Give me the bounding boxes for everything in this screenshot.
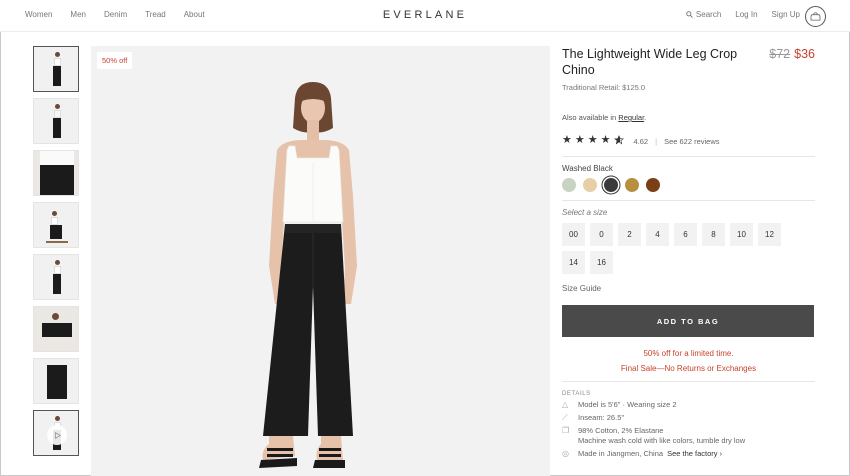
- also-available-text: Also available in: [562, 113, 617, 122]
- thumbnail-stool: [46, 241, 68, 243]
- thumbnail-7[interactable]: [33, 358, 79, 404]
- top-header: Women Men Denim Tread About EVERLANE Sea…: [0, 0, 850, 32]
- signup-link[interactable]: Sign Up: [772, 10, 800, 19]
- divider: [562, 156, 815, 157]
- thumbnail-head: [52, 313, 59, 320]
- original-price: $72: [769, 47, 791, 61]
- product-title: The Lightweight Wide Leg Crop Chino: [562, 47, 738, 77]
- detail-inseam-text: Inseam: 26.5": [578, 413, 625, 422]
- rating-row: ★ ★ ★ ★ 4.62 | See 622 reviews: [562, 135, 815, 147]
- size-option[interactable]: 16: [590, 251, 613, 274]
- detail-inseam: ⟋ Inseam: 26.5": [562, 413, 815, 423]
- traditional-retail: Traditional Retail: $125.0: [562, 83, 646, 92]
- reviews-link[interactable]: See 622 reviews: [664, 137, 719, 146]
- star-icon: ★: [562, 134, 572, 146]
- thumbnail-closeup-top: [40, 151, 74, 165]
- model-photo: [259, 82, 357, 468]
- size-option[interactable]: 12: [758, 223, 781, 246]
- detail-material-line2: Machine wash cold with like colors, tumb…: [578, 436, 746, 445]
- detail-model-text: Model is 5'6" · Wearing size 2: [578, 400, 677, 409]
- account-nav: Search Log In Sign Up: [686, 10, 800, 19]
- divider: [562, 381, 815, 382]
- size-guide-link[interactable]: Size Guide: [562, 284, 815, 293]
- star-icon: ★: [574, 134, 585, 146]
- cart-button[interactable]: [805, 6, 826, 27]
- size-option[interactable]: 10: [730, 223, 753, 246]
- thumbnail-2[interactable]: [33, 98, 79, 144]
- color-name: Washed Black: [562, 164, 613, 173]
- detail-factory: ◎ Made in Jiangmen, China See the factor…: [562, 449, 815, 459]
- size-prompt: Select a size: [562, 208, 608, 217]
- details-heading: DETAILS: [562, 391, 591, 397]
- main-product-image[interactable]: 50% off: [91, 46, 550, 476]
- login-link[interactable]: Log In: [735, 10, 757, 19]
- thumbnail-5[interactable]: [33, 254, 79, 300]
- size-option[interactable]: 00: [562, 223, 585, 246]
- hanger-icon: △: [562, 400, 569, 409]
- thumbnail-closeup: [40, 165, 74, 195]
- add-to-bag-button[interactable]: ADD TO BAG: [562, 305, 814, 337]
- detail-material-line1: 98% Cotton, 2% Elastane: [578, 426, 664, 435]
- detail-model: △ Model is 5'6" · Wearing size 2: [562, 400, 815, 410]
- half-star-icon: [613, 135, 624, 147]
- divider: [562, 200, 815, 201]
- swatch-washed-black[interactable]: [604, 178, 618, 192]
- regular-fit-link[interactable]: Regular: [618, 113, 644, 122]
- price-block: $72 $36: [769, 47, 815, 61]
- also-available-period: .: [644, 113, 647, 122]
- thumbnail-figure: [53, 52, 61, 88]
- location-pin-icon: ◎: [562, 449, 569, 458]
- thumbnail-figure: [53, 104, 61, 140]
- also-available: Also available in Regular.: [562, 113, 815, 122]
- star-rating: ★ ★ ★ ★: [562, 135, 624, 147]
- thumbnail-4[interactable]: [33, 202, 79, 248]
- detail-material: ❐ 98% Cotton, 2% Elastane Machine wash c…: [562, 426, 815, 446]
- thumbnail-list: [33, 46, 80, 462]
- sale-price: $36: [794, 47, 815, 61]
- detail-material-text: 98% Cotton, 2% Elastane Machine wash col…: [578, 426, 745, 446]
- search-label: Search: [695, 10, 722, 19]
- thumbnail-3[interactable]: [33, 150, 79, 196]
- thumbnail-1[interactable]: [33, 46, 79, 92]
- promo-limited-time: 50% off for a limited time.: [643, 349, 734, 358]
- rating-value: 4.62: [633, 136, 649, 146]
- fabric-icon: ❐: [562, 426, 570, 435]
- thumbnail-flatlay: [47, 365, 67, 399]
- size-options: 00 0 2 4 6 8 10 12 14 16: [562, 223, 792, 274]
- thumbnail-video[interactable]: [33, 410, 79, 456]
- see-factory-link[interactable]: See the factory ›: [667, 449, 722, 459]
- thumbnail-seated: [42, 323, 72, 337]
- size-option[interactable]: 2: [618, 223, 641, 246]
- bag-icon: [810, 12, 821, 21]
- detail-made-in: Made in Jiangmen, China: [578, 449, 664, 458]
- size-option[interactable]: 8: [702, 223, 725, 246]
- promo-final-sale: Final Sale—No Returns or Exchanges: [620, 364, 757, 373]
- thumbnail-figure: [53, 260, 61, 296]
- size-option[interactable]: 4: [646, 223, 669, 246]
- search-icon: [686, 11, 693, 18]
- star-icon: ★: [587, 134, 598, 146]
- ruler-icon: ⟋: [562, 413, 568, 422]
- swatch-khaki[interactable]: [583, 178, 597, 192]
- product-info-panel: The Lightweight Wide Leg Crop Chino $72 $…: [562, 46, 815, 459]
- play-button[interactable]: [47, 425, 67, 445]
- size-option[interactable]: 14: [562, 251, 585, 274]
- thumbnail-6[interactable]: [33, 306, 79, 352]
- swatch-mustard[interactable]: [625, 178, 639, 192]
- sale-badge: 50% off: [97, 52, 133, 69]
- star-icon: ★: [600, 134, 611, 146]
- rating-separator: |: [655, 136, 658, 146]
- color-swatches: [562, 178, 815, 192]
- size-option[interactable]: 0: [590, 223, 613, 246]
- swatch-sage[interactable]: [562, 178, 576, 192]
- play-icon: [54, 431, 61, 439]
- size-option[interactable]: 6: [674, 223, 697, 246]
- search-link[interactable]: Search: [686, 10, 721, 19]
- swatch-brown[interactable]: [646, 178, 660, 192]
